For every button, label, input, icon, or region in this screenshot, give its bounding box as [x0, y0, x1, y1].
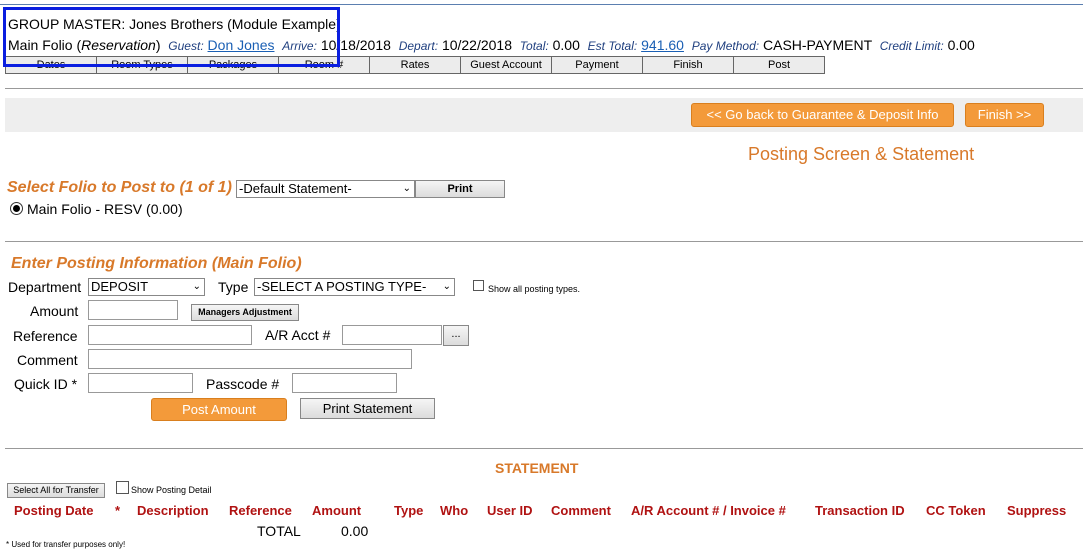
show-posting-detail-checkbox[interactable]: [116, 481, 129, 494]
col-who: Who: [440, 503, 469, 518]
type-label: Type: [218, 279, 249, 295]
folio-radio-label: Main Folio - RESV (0.00): [27, 201, 183, 217]
show-all-types-label: Show all posting types.: [488, 284, 581, 294]
col-transaction-id: Transaction ID: [815, 503, 905, 518]
finish-button[interactable]: Finish >>: [965, 103, 1044, 127]
comment-label: Comment: [17, 352, 78, 368]
tab-packages[interactable]: Packages: [187, 56, 279, 74]
posting-type-select-value: -SELECT A POSTING TYPE-: [257, 279, 427, 294]
folio-summary: Main Folio (Reservation) Guest: Don Jone…: [8, 37, 975, 53]
select-folio-heading: Select Folio to Post to (1 of 1): [7, 179, 232, 196]
passcode-label: Passcode #: [206, 376, 280, 392]
department-select-value: DEPOSIT: [91, 279, 149, 294]
department-select[interactable]: DEPOSIT ⌄: [88, 278, 205, 296]
col-amount: Amount: [312, 503, 362, 518]
total-label: Total:: [519, 39, 549, 53]
reference-label: Reference: [13, 328, 78, 344]
col-reference: Reference: [229, 503, 292, 518]
credit-limit-value: 0.00: [947, 37, 975, 53]
top-divider: [0, 4, 1083, 5]
depart-value: 10/22/2018: [441, 37, 513, 53]
tab-rates[interactable]: Rates: [369, 56, 461, 74]
back-to-guarantee-button[interactable]: << Go back to Guarantee & Deposit Info: [691, 103, 954, 127]
col-posting-date: Posting Date: [14, 503, 94, 518]
chevron-down-icon: ⌄: [192, 281, 201, 292]
quick-id-label: Quick ID *: [14, 376, 78, 392]
total-value: 0.00: [552, 37, 580, 53]
col-user-id: User ID: [487, 503, 533, 518]
ar-acct-input[interactable]: [342, 325, 442, 345]
ar-acct-lookup-button[interactable]: ...: [443, 325, 469, 346]
wizard-tabs: Dates Room Types Packages Room # Rates G…: [5, 56, 825, 74]
statement-total-value: 0.00: [341, 523, 369, 539]
post-amount-button[interactable]: Post Amount: [151, 398, 287, 421]
select-all-transfer-button[interactable]: Select All for Transfer: [7, 483, 105, 498]
group-name: Jones Brothers (Module Example): [129, 16, 341, 32]
est-total-label: Est Total:: [587, 39, 638, 53]
show-posting-detail-label: Show Posting Detail: [131, 485, 212, 495]
arrive-label: Arrive:: [282, 39, 317, 53]
col-ar-account-invoice: A/R Account # / Invoice #: [631, 503, 786, 518]
guest-label: Guest:: [168, 39, 204, 53]
col-cc-token: CC Token: [926, 503, 986, 518]
chevron-down-icon: ⌄: [402, 183, 411, 194]
chevron-down-icon: ⌄: [442, 281, 451, 292]
statement-total-label: TOTAL: [257, 523, 301, 539]
col-transfer-marker: *: [115, 503, 121, 518]
divider: [5, 241, 1083, 242]
credit-limit-label: Credit Limit:: [879, 39, 944, 53]
amount-input[interactable]: [88, 300, 178, 320]
statement-heading: STATEMENT: [495, 460, 579, 476]
divider: [5, 88, 1083, 89]
pay-method-label: Pay Method:: [691, 39, 760, 53]
tab-room-number[interactable]: Room #: [278, 56, 370, 74]
posting-heading: Enter Posting Information (Main Folio): [11, 255, 302, 272]
amount-label: Amount: [30, 303, 79, 319]
statement-select-value: -Default Statement-: [239, 181, 352, 196]
department-label: Department: [8, 279, 82, 295]
posting-type-select[interactable]: -SELECT A POSTING TYPE- ⌄: [254, 278, 455, 296]
radio-dot-icon: [13, 205, 20, 212]
col-suppress: Suppress: [1007, 503, 1067, 518]
col-description: Description: [137, 503, 209, 518]
group-master-title: GROUP MASTER: Jones Brothers (Module Exa…: [8, 16, 341, 32]
reference-input[interactable]: [88, 325, 252, 345]
guest-name-link[interactable]: Don Jones: [208, 37, 275, 53]
folio-radio[interactable]: [10, 202, 23, 215]
col-type: Type: [394, 503, 424, 518]
tab-dates[interactable]: Dates: [5, 56, 97, 74]
statement-select[interactable]: -Default Statement- ⌄: [236, 180, 415, 198]
ar-acct-label: A/R Acct #: [265, 327, 331, 343]
print-statement-button[interactable]: Print Statement: [300, 398, 435, 419]
depart-label: Depart:: [398, 39, 439, 53]
divider: [5, 448, 1083, 449]
group-label: GROUP MASTER:: [8, 16, 126, 32]
passcode-input[interactable]: [292, 373, 397, 393]
page-title: Posting Screen & Statement: [748, 144, 975, 164]
print-button[interactable]: Print: [415, 180, 505, 198]
transfer-footnote: * Used for transfer purposes only!: [6, 540, 126, 549]
arrive-value: 10/18/2018: [320, 37, 391, 53]
tab-payment[interactable]: Payment: [551, 56, 643, 74]
folio-name: Main Folio (Reservation): [8, 37, 161, 53]
managers-adjustment-button[interactable]: Managers Adjustment: [191, 304, 299, 321]
tab-post[interactable]: Post: [733, 56, 825, 74]
show-all-types-checkbox[interactable]: [473, 280, 484, 291]
est-total-link[interactable]: 941.60: [641, 37, 684, 53]
comment-input[interactable]: [88, 349, 412, 369]
quick-id-input[interactable]: [88, 373, 193, 393]
tab-finish[interactable]: Finish: [642, 56, 734, 74]
tab-room-types[interactable]: Room Types: [96, 56, 188, 74]
col-comment: Comment: [551, 503, 611, 518]
pay-method-value: CASH-PAYMENT: [763, 37, 872, 53]
tab-guest-account[interactable]: Guest Account: [460, 56, 552, 74]
